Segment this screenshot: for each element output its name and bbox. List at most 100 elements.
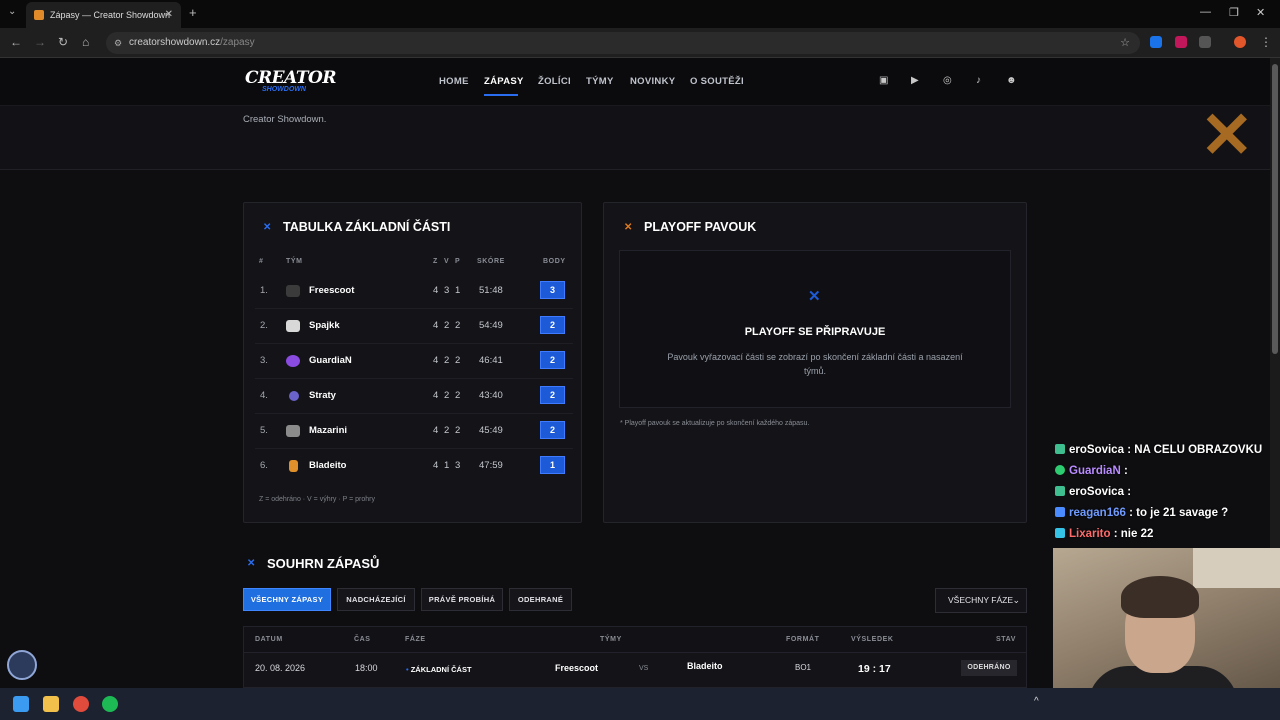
filter-played[interactable]: ODEHRANÉ (509, 588, 572, 611)
back-icon[interactable]: ← (10, 35, 22, 49)
close-tab-icon[interactable]: ✕ (165, 9, 173, 20)
row-score: 43:40 (479, 390, 503, 401)
row-score: 51:48 (479, 285, 503, 296)
col-p: P (455, 258, 461, 265)
tab-search-icon[interactable]: ⌄ (8, 6, 16, 17)
cookie-settings-icon[interactable] (7, 650, 37, 680)
discord-icon[interactable]: ☻ (1006, 75, 1017, 86)
table-row[interactable]: 5. Mazarini 4 2 2 45:49 2 (255, 414, 573, 449)
summary-title: SOUHRN ZÁPASŮ (267, 556, 380, 571)
nav-novinky[interactable]: NOVINKY (630, 76, 675, 87)
chat-text: : NA CELU OBRAZOVKU (1127, 444, 1263, 456)
filter-upcoming[interactable]: NADCHÁZEJÍCÍ (337, 588, 415, 611)
close-window-icon[interactable]: ✕ (1256, 6, 1265, 19)
phase-select[interactable]: VŠECHNY FÁZE ⌄ (935, 588, 1027, 613)
scrollbar-thumb[interactable] (1272, 64, 1278, 354)
browser-tab-bar: ⌄ Zápasy — Creator Showdown ✕ + — ❐ ✕ (0, 0, 1280, 28)
match-result: 19 : 17 (858, 663, 891, 675)
chat-text: : (1127, 486, 1132, 498)
status-badge: ODEHRÁNO (961, 660, 1017, 676)
row-points: 2 (540, 351, 565, 369)
playoff-placeholder-x-icon: ✕ (808, 288, 821, 305)
site-info-icon[interactable]: ⚙ (114, 32, 122, 54)
phase-select-value: VŠECHNY FÁZE (948, 595, 1014, 605)
tiktok-icon[interactable]: ♪ (976, 75, 981, 86)
match-home-team: Freescoot (555, 663, 599, 673)
filter-live[interactable]: PRÁVĚ PROBÍHÁ (421, 588, 503, 611)
match-row[interactable]: 20. 08. 2026 18:00 • ZÁKLADNÍ ČÁST Frees… (243, 653, 1027, 688)
chat-text: : to je 21 savage ? (1129, 507, 1229, 519)
url-path: /zapasy (220, 37, 255, 48)
site-logo[interactable]: CREATOR (245, 68, 336, 88)
site-logo-sub: SHOWDOWN (262, 86, 306, 93)
instagram-icon[interactable]: ◎ (943, 75, 952, 86)
filter-all[interactable]: VŠECHNY ZÁPASY (243, 588, 331, 611)
nav-o-soutezi[interactable]: O SOUTĚŽI (690, 76, 744, 87)
chat-user: eroSovica (1069, 444, 1124, 456)
row-rank: 1. (260, 285, 268, 296)
row-z: 4 (433, 355, 439, 366)
chat-message: reagan166 : to je 21 savage ? (1055, 507, 1228, 519)
match-phase: • ZÁKLADNÍ ČÁST (406, 665, 472, 674)
table-row[interactable]: 1. Freescoot 4 3 1 51:48 3 (255, 274, 573, 309)
minimize-icon[interactable]: — (1200, 6, 1211, 18)
chat-user: eroSovica (1069, 486, 1124, 498)
extensions-puzzle-icon[interactable] (1199, 36, 1211, 48)
decorative-x-icon: ✕ (1200, 99, 1254, 171)
youtube-icon[interactable]: ▶ (911, 75, 919, 86)
row-points: 2 (540, 386, 565, 404)
chat-badge-icon (1055, 507, 1065, 517)
reload-icon[interactable]: ↻ (58, 35, 68, 49)
profile-avatar[interactable] (1234, 36, 1246, 48)
table-row[interactable]: 2. Spajkk 4 2 2 54:49 2 (255, 309, 573, 344)
table-row[interactable]: 6. Bladeito 4 1 3 47:59 1 (255, 449, 573, 484)
nav-home[interactable]: HOME (439, 76, 469, 87)
row-p: 2 (455, 320, 461, 331)
nav-zapasy[interactable]: ZÁPASY (484, 76, 524, 87)
twitch-icon[interactable]: ▣ (879, 75, 888, 86)
row-rank: 3. (260, 355, 268, 366)
match-format: BO1 (795, 663, 812, 672)
bookmark-star-icon[interactable]: ☆ (1120, 32, 1130, 54)
row-points: 2 (540, 316, 565, 334)
col-z: Z (433, 258, 438, 265)
chrome-icon[interactable] (73, 696, 89, 712)
row-score: 54:49 (479, 320, 503, 331)
browser-tab[interactable]: Zápasy — Creator Showdown ✕ (26, 2, 181, 28)
row-v: 1 (444, 460, 450, 471)
url-field[interactable]: ⚙ creatorshowdown.cz/zapasy ☆ (106, 32, 1140, 54)
new-tab-icon[interactable]: + (189, 5, 197, 20)
standings-x-icon: ✕ (263, 222, 272, 233)
col-v: V (444, 258, 450, 265)
nav-zolici[interactable]: ŽOLÍCI (538, 76, 571, 87)
chat-badge-icon (1055, 528, 1065, 538)
team-name: Straty (309, 390, 336, 401)
browser-menu-icon[interactable]: ⋮ (1260, 35, 1272, 49)
table-row[interactable]: 4. Straty 4 2 2 43:40 2 (255, 379, 573, 414)
os-taskbar: ^ (0, 688, 1280, 720)
playoff-title: PLAYOFF PAVOUK (644, 220, 757, 234)
restore-icon[interactable]: ❐ (1229, 6, 1239, 19)
shield-extension-icon[interactable] (1175, 36, 1187, 48)
spotify-icon[interactable] (102, 696, 118, 712)
home-icon[interactable]: ⌂ (82, 35, 89, 49)
chat-message: GuardiaN : (1055, 465, 1128, 477)
file-explorer-icon[interactable] (43, 696, 59, 712)
chat-badge-icon (1055, 465, 1065, 475)
windows-start-icon[interactable] (13, 696, 29, 712)
chat-user: reagan166 (1069, 507, 1126, 519)
chat-message: eroSovica : NA CELU OBRAZOVKU (1055, 444, 1262, 456)
standings-title: TABULKA ZÁKLADNÍ ČÁSTI (283, 220, 451, 234)
nav-tymy[interactable]: TÝMY (586, 76, 614, 87)
mcol-date: DATUM (255, 636, 283, 643)
row-z: 4 (433, 460, 439, 471)
mcol-status: STAV (996, 636, 1017, 643)
tab-title: Zápasy — Creator Showdown (50, 10, 171, 20)
table-row[interactable]: 3. GuardiaN 4 2 2 46:41 2 (255, 344, 573, 379)
chat-message: Lixarito : nie 22 (1055, 528, 1153, 540)
col-rank: # (259, 258, 264, 265)
chevron-down-icon: ⌄ (1012, 595, 1020, 605)
forward-icon[interactable]: → (34, 35, 46, 49)
extension-icon[interactable] (1150, 36, 1162, 48)
tray-chevron-icon[interactable]: ^ (1034, 696, 1039, 707)
